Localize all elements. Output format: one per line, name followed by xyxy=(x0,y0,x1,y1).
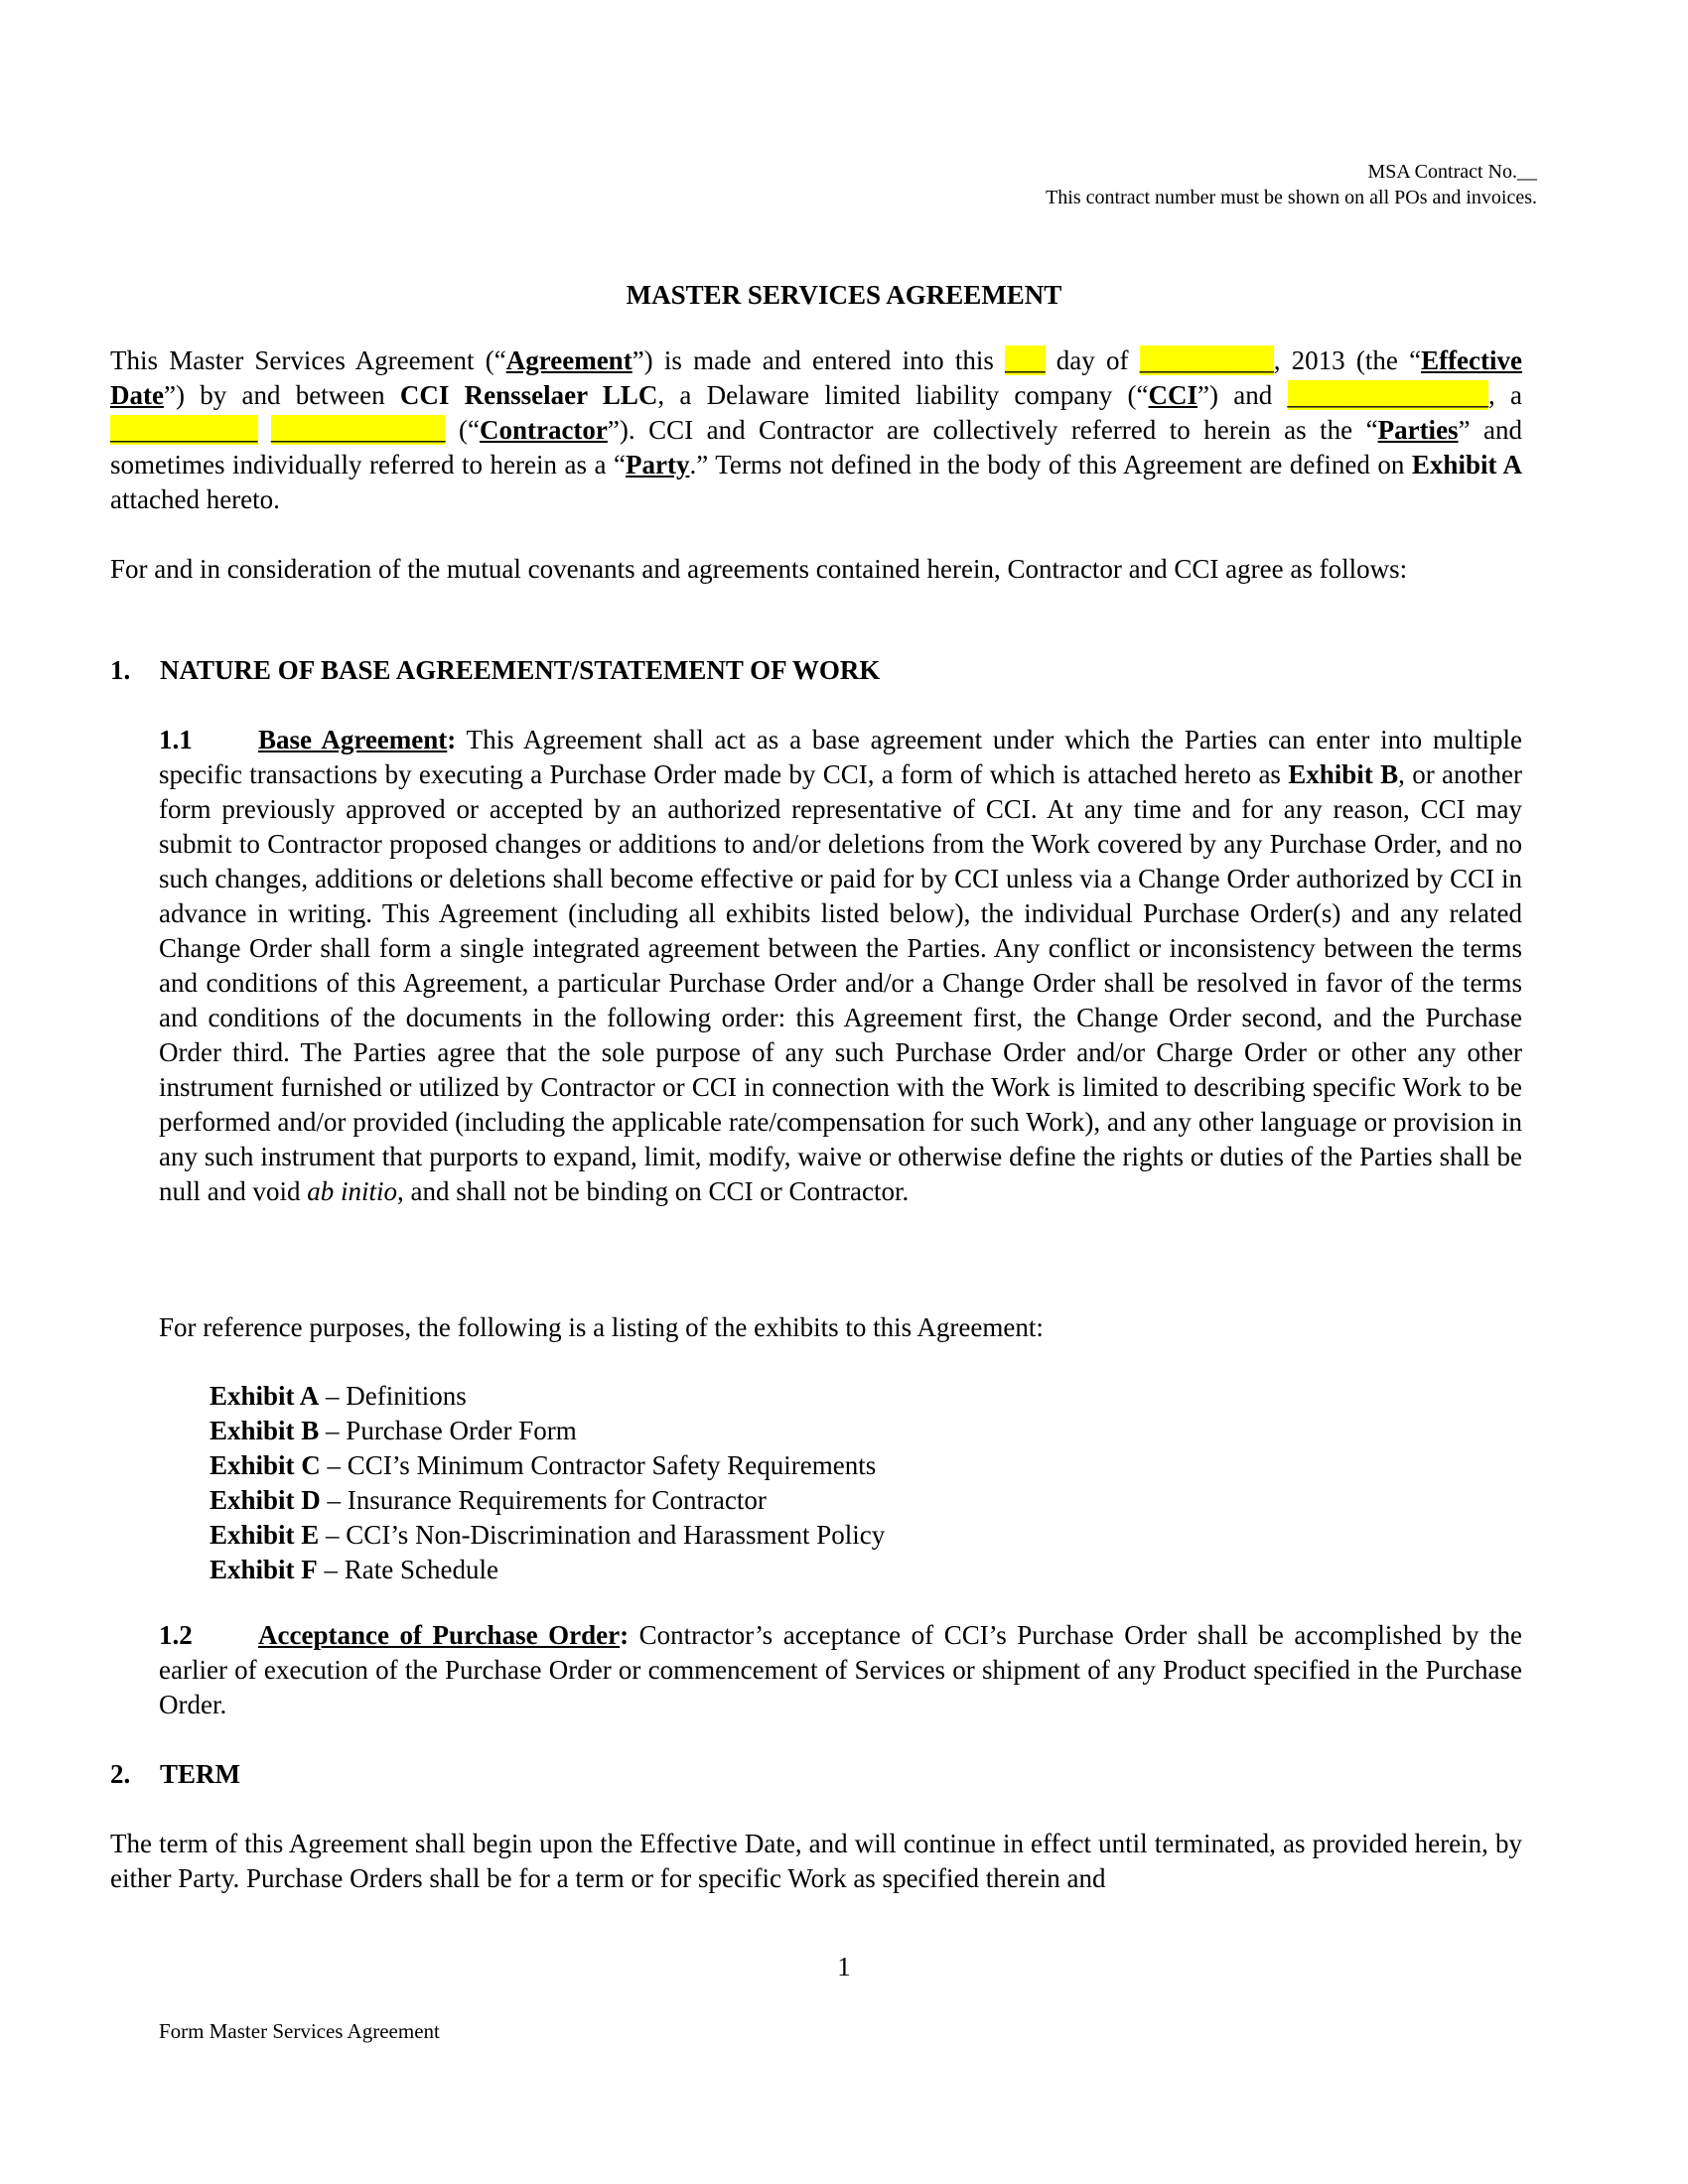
contract-header: MSA Contract No.__ This contract number … xyxy=(1046,159,1537,210)
exhibit-list-item: Exhibit A – Definitions xyxy=(210,1379,885,1414)
text: , 2013 (the “ xyxy=(1273,345,1422,375)
section-1-1-paragraph: 1.1 Base Agreement: This Agreement shall … xyxy=(159,723,1522,1209)
exhibit-list-item: Exhibit D – Insurance Requirements for C… xyxy=(210,1483,885,1518)
text: This Master Services Agreement (“ xyxy=(110,345,506,375)
subsection-number: 1.2 xyxy=(159,1620,193,1650)
document-page: MSA Contract No.__ This contract number … xyxy=(0,0,1688,2184)
month-blank-field[interactable]: __________ xyxy=(1139,345,1274,375)
italic-term: ab initio xyxy=(307,1176,398,1206)
exhibit-list-item: Exhibit E – CCI’s Non-Discrimination and… xyxy=(210,1518,885,1553)
exhibit-description: – CCI’s Non-Discrimination and Harassmen… xyxy=(319,1520,886,1550)
defined-term-agreement: Agreement xyxy=(505,345,633,375)
exhibit-a-reference: Exhibit A xyxy=(1411,450,1522,479)
cci-name: CCI Rensselaer LLC xyxy=(399,380,658,410)
contract-number: MSA Contract No.__ xyxy=(1367,161,1537,183)
defined-term-cci: CCI xyxy=(1148,380,1198,410)
page-footer: Form Master Services Agreement xyxy=(159,2019,440,2043)
exhibit-label: Exhibit B xyxy=(210,1416,320,1445)
consideration-paragraph: For and in consideration of the mutual c… xyxy=(110,554,1408,584)
subsection-number: 1.1 xyxy=(159,725,193,754)
text: attached hereto. xyxy=(110,484,280,514)
text: day of xyxy=(1045,345,1140,375)
section-number: 1. xyxy=(110,655,131,685)
text xyxy=(258,415,271,445)
section-number: 2. xyxy=(110,1759,131,1789)
exhibit-label: Exhibit C xyxy=(210,1450,321,1480)
contract-note: This contract number must be shown on al… xyxy=(1046,187,1537,208)
exhibit-list: Exhibit A – Definitions Exhibit B – Purc… xyxy=(210,1379,885,1587)
defined-term-party: Party xyxy=(625,450,690,479)
text: ”) and xyxy=(1197,380,1288,410)
text: , a Delaware limited liability company (… xyxy=(657,380,1149,410)
document-title: MASTER SERVICES AGREEMENT xyxy=(626,280,1062,310)
section-2-heading: 2. TERM xyxy=(110,1759,240,1790)
colon: : xyxy=(447,725,457,754)
exhibit-description: – Definitions xyxy=(319,1381,467,1411)
intro-paragraph: This Master Services Agreement (“Agreeme… xyxy=(110,343,1522,517)
defined-term-parties: Parties xyxy=(1377,415,1459,445)
exhibit-label: Exhibit A xyxy=(210,1381,320,1411)
exhibit-b-reference: Exhibit B xyxy=(1288,759,1399,789)
text: , or another form previously approved or… xyxy=(159,759,1522,1206)
exhibit-list-item: Exhibit F – Rate Schedule xyxy=(210,1553,885,1587)
section-1-heading: 1. NATURE OF BASE AGREEMENT/STATEMENT OF … xyxy=(110,655,880,686)
entity-type-blank-field[interactable]: _____________ xyxy=(270,415,446,445)
text: , a xyxy=(1488,380,1523,410)
exhibit-label: Exhibit F xyxy=(210,1555,318,1584)
exhibits-intro: For reference purposes, the following is… xyxy=(159,1312,1044,1342)
exhibit-description: – Rate Schedule xyxy=(317,1555,498,1584)
text: ”) is made and entered into this xyxy=(632,345,1006,375)
section-title: NATURE OF BASE AGREEMENT/STATEMENT OF WO… xyxy=(160,655,881,685)
text: ”) by and between xyxy=(163,380,400,410)
colon: : xyxy=(620,1620,630,1650)
state-blank-field[interactable]: ___________ xyxy=(110,415,258,445)
section-title: TERM xyxy=(160,1759,240,1789)
text: , and shall not be binding on CCI or Con… xyxy=(397,1176,910,1206)
subsection-title: Acceptance of Purchase Order xyxy=(258,1620,621,1650)
page-number: 1 xyxy=(837,1952,851,1981)
exhibit-list-item: Exhibit B – Purchase Order Form xyxy=(210,1414,885,1448)
text: .” Terms not defined in the body of this… xyxy=(689,450,1412,479)
term-paragraph: The term of this Agreement shall begin u… xyxy=(110,1829,1522,1893)
defined-term-contractor: Contractor xyxy=(479,415,608,445)
exhibit-description: – CCI’s Minimum Contractor Safety Requir… xyxy=(320,1450,877,1480)
section-1-2-paragraph: 1.2 Acceptance of Purchase Order: Contrac… xyxy=(159,1618,1522,1722)
text: (“ xyxy=(445,415,480,445)
text: ”). CCI and Contractor are collectively … xyxy=(607,415,1378,445)
exhibit-label: Exhibit E xyxy=(210,1520,320,1550)
day-blank-field[interactable]: ___ xyxy=(1005,345,1046,375)
exhibit-description: – Insurance Requirements for Contractor xyxy=(320,1485,767,1515)
exhibit-description: – Purchase Order Form xyxy=(319,1416,577,1445)
exhibit-label: Exhibit D xyxy=(210,1485,321,1515)
exhibit-list-item: Exhibit C – CCI’s Minimum Contractor Saf… xyxy=(210,1448,885,1483)
contractor-name-blank-field[interactable]: _______________ xyxy=(1287,380,1489,410)
subsection-title: Base Agreement xyxy=(258,725,448,754)
